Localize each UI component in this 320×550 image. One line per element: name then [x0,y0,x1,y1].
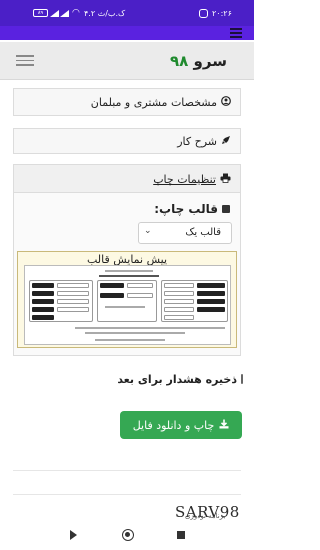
battery-icon: ۸۹ [33,9,48,17]
template-preview: پیش نمایش قالب [17,251,237,348]
home-icon[interactable] [122,529,134,541]
back-icon[interactable] [70,530,77,540]
divider [13,494,241,495]
network-speed: ۴.۲ ک.ب/ث [84,9,126,18]
customer-panel[interactable]: مشخصات مشتری و مبلمان [13,88,241,116]
signal-icon [60,10,69,17]
recent-apps-icon[interactable] [177,531,185,539]
description-panel[interactable]: شرح کار [13,128,241,154]
divider [13,470,241,471]
print-settings-panel: تنظیمات چاپ قالب چاپ: قالب یک ⌄ پیش نمای… [13,164,241,356]
printer-icon [220,173,231,186]
save-warning-checkbox-row[interactable]: ذخیره هشدار برای بعد [117,371,243,387]
site-header: سرو ۹۸ [0,42,254,80]
print-settings-header[interactable]: تنظیمات چاپ [14,165,240,193]
rocket-icon [221,135,231,148]
app-bar [0,26,254,40]
customer-panel-title: مشخصات مشتری و مبلمان [90,96,217,109]
watermark: SARV98 برنامه تودوزی [175,503,240,521]
wifi-icon: ◠ [72,8,80,18]
description-panel-title: شرح کار [177,135,217,148]
chevron-down-icon: ⌄ [144,226,152,236]
user-circle-icon [221,96,231,109]
app-notification-icon [199,9,208,18]
watermark-subtext: برنامه تودوزی [185,512,226,520]
print-download-label: چاپ و دانلود فایل [132,418,215,432]
brand-logo[interactable]: سرو ۹۸ [170,52,227,70]
save-warning-checkbox[interactable] [241,374,243,384]
brand-text: سرو [193,52,227,70]
signal-icon [50,10,59,17]
customer-panel-header[interactable]: مشخصات مشتری و مبلمان [91,96,231,109]
template-select[interactable]: قالب یک ⌄ [138,222,232,244]
description-panel-header[interactable]: شرح کار [177,135,231,148]
brand-number: ۹۸ [170,52,189,70]
preview-document-image [24,265,231,345]
print-download-button[interactable]: چاپ و دانلود فایل [120,411,242,439]
download-icon [219,419,229,432]
menu-icon[interactable] [230,28,242,38]
template-select-value: قالب یک [185,227,221,238]
save-warning-label: ذخیره هشدار برای بعد [117,372,237,386]
template-label: قالب چاپ: [154,202,230,216]
status-time: ۲۰:۲۶ [212,9,232,18]
template-icon [222,205,230,213]
status-bar: ۲۰:۲۶ ۴.۲ ک.ب/ث ◠ ۸۹ [0,0,254,26]
navbar-toggle-button[interactable] [14,52,36,70]
print-settings-title: تنظیمات چاپ [153,173,216,186]
system-navigation-bar [0,520,254,550]
